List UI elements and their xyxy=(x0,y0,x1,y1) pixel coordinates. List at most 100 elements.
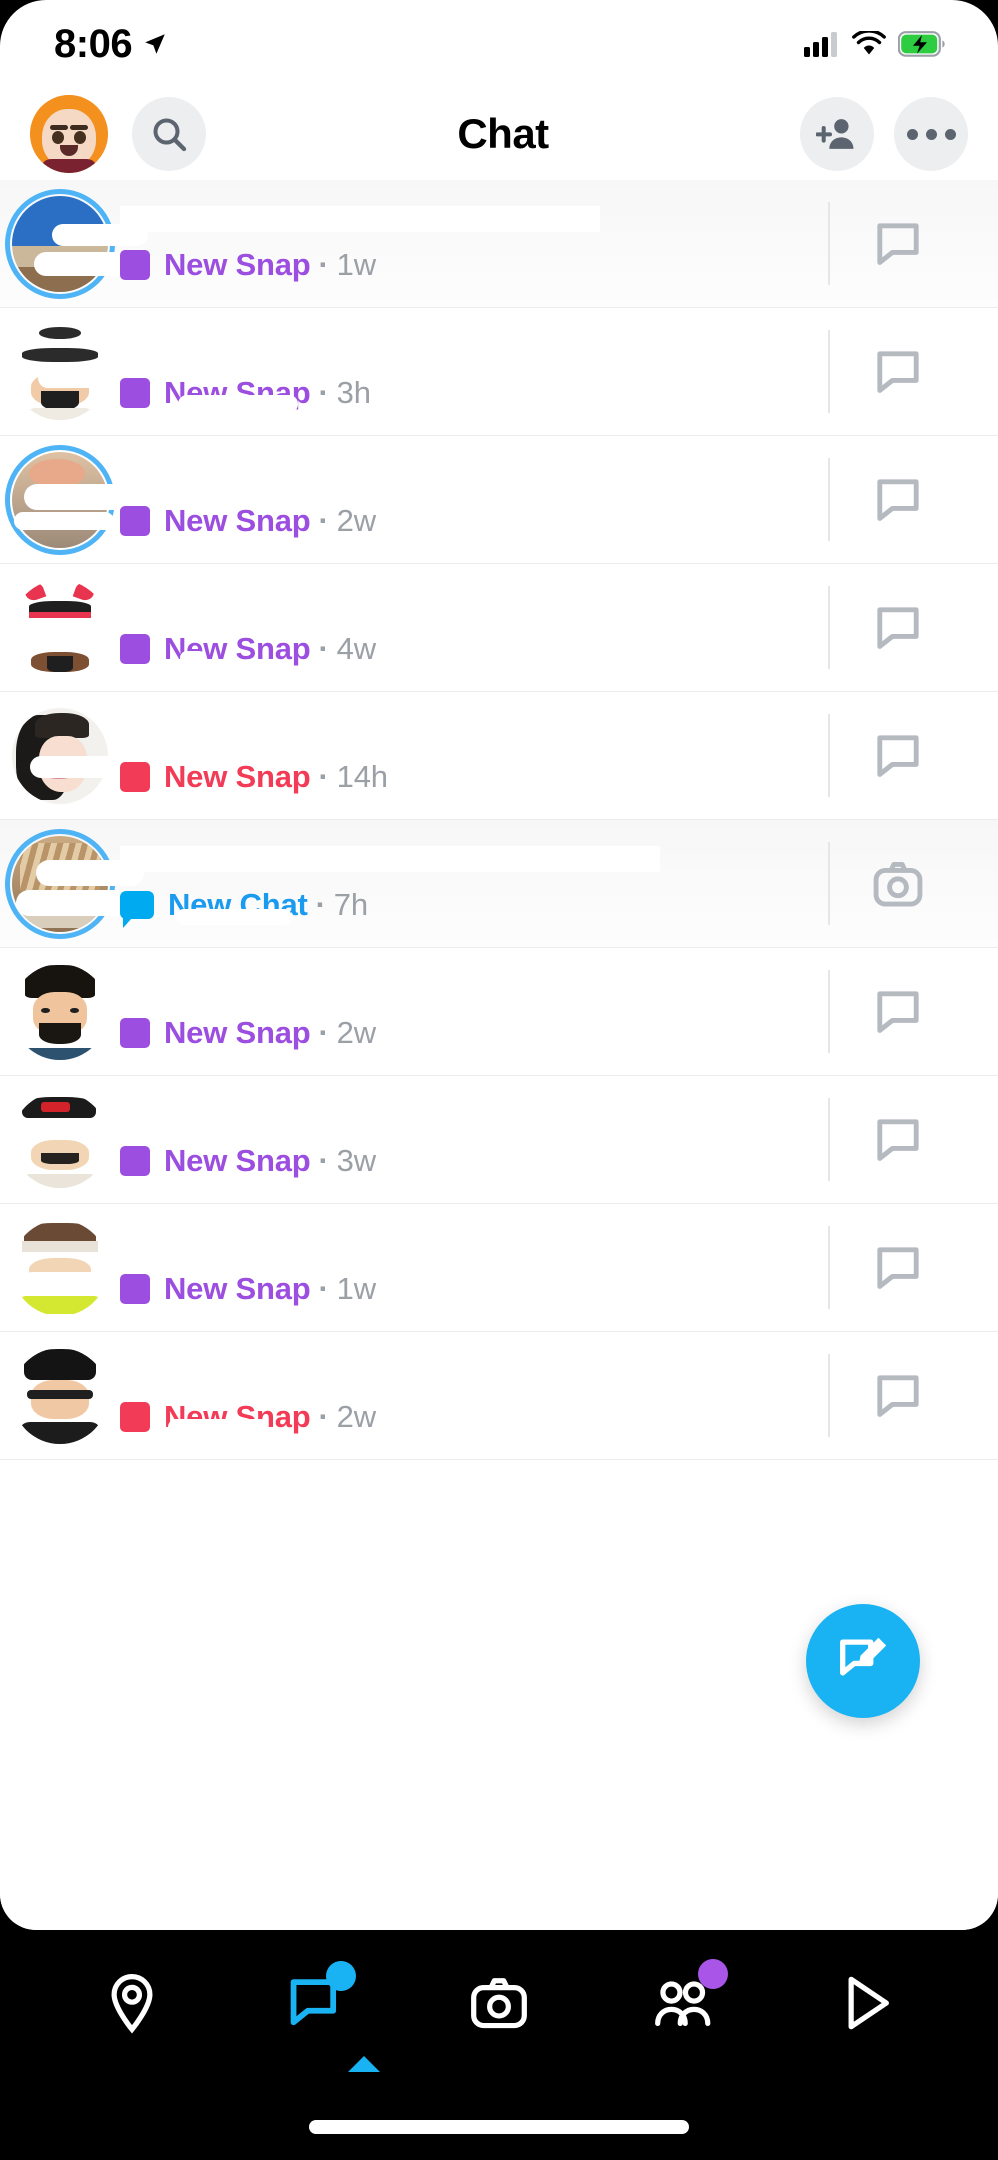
chat-bubble-icon xyxy=(877,990,919,1033)
chat-action-button[interactable] xyxy=(798,564,998,691)
chat-avatar[interactable] xyxy=(0,828,144,939)
camera-icon xyxy=(873,861,923,907)
nav-item-camera[interactable] xyxy=(444,1953,554,2053)
add-friend-button[interactable] xyxy=(800,97,874,171)
chat-bubble-icon xyxy=(877,350,919,393)
chat-status: New Chat · 7h xyxy=(120,887,368,928)
status-bar: 8:06 xyxy=(0,0,998,88)
chat-bubble-filled-icon xyxy=(120,891,154,928)
phone-frame: 8:06 Chat New Snap · 1w New Snap · 3h Ne… xyxy=(0,0,998,2160)
chat-item-body: New Snap · 4w xyxy=(120,564,798,691)
chat-item-body: New Snap · 3h xyxy=(120,308,798,435)
chat-action-button[interactable] xyxy=(798,820,998,947)
nav-item-map[interactable] xyxy=(77,1953,187,2053)
chat-action-button[interactable] xyxy=(798,1076,998,1203)
snap-square-icon xyxy=(120,634,150,664)
nav-item-friends[interactable] xyxy=(628,1953,738,2053)
nav-item-chat[interactable] xyxy=(260,1953,370,2053)
chat-avatar[interactable] xyxy=(0,1091,120,1188)
chat-list-item[interactable]: New Snap · 3w xyxy=(0,1076,998,1204)
chat-avatar[interactable] xyxy=(0,323,134,420)
friends-unread-badge xyxy=(697,1959,728,1989)
avatar-image xyxy=(12,1219,108,1316)
chat-avatar[interactable] xyxy=(0,444,128,555)
chat-list-item[interactable]: New Chat · 7h xyxy=(0,820,998,948)
page-title: Chat xyxy=(457,110,549,157)
story-ring xyxy=(5,188,115,299)
contact-name-redacted xyxy=(120,590,480,616)
chat-status: New Snap · 2w xyxy=(120,1399,376,1435)
chat-avatar[interactable] xyxy=(0,963,120,1060)
chat-list-item[interactable]: New Snap · 2w xyxy=(0,948,998,1076)
home-indicator xyxy=(309,2120,689,2134)
chat-status: New Snap · 14h xyxy=(120,759,388,795)
chat-status: New Snap · 1w xyxy=(120,247,376,283)
contact-name-redacted xyxy=(120,974,620,1000)
snap-square-icon xyxy=(120,250,150,280)
chat-unread-badge xyxy=(326,1961,357,1991)
bottom-nav-row xyxy=(0,1948,998,2058)
chat-status-text: New Snap · 3w xyxy=(164,1143,376,1178)
contact-name-redacted xyxy=(120,718,560,744)
compose-chat-icon xyxy=(840,1637,887,1676)
snap-square-icon xyxy=(120,506,150,536)
chat-bubble-icon xyxy=(877,606,919,649)
wifi-icon xyxy=(852,31,886,55)
chat-list-item[interactable]: New Snap · 2w xyxy=(0,436,998,564)
chat-action-button[interactable] xyxy=(798,180,998,307)
chat-item-body: New Snap · 2w xyxy=(120,948,798,1075)
chat-avatar[interactable] xyxy=(0,579,120,676)
chat-status: New Snap · 2w xyxy=(120,503,376,539)
contact-name-redacted xyxy=(120,206,600,232)
active-tab-indicator xyxy=(0,2056,998,2072)
contact-name-redacted xyxy=(120,846,660,872)
chat-status: New Snap · 3w xyxy=(120,1143,376,1179)
chat-status: New Snap · 4w xyxy=(120,631,376,667)
chat-status: New Snap · 1w xyxy=(120,1271,376,1307)
chat-action-button[interactable] xyxy=(798,308,998,435)
chat-status-text: New Snap · 4w xyxy=(164,631,376,666)
bitmoji-avatar xyxy=(30,95,108,173)
bottom-navigation xyxy=(0,1930,998,2160)
chat-status-text: New Snap · 3h xyxy=(164,375,371,410)
status-time: 8:06 xyxy=(54,22,133,66)
nav-item-spotlight[interactable] xyxy=(811,1953,921,2053)
chat-status-text: New Snap · 1w xyxy=(164,1271,376,1306)
camera-icon xyxy=(471,1978,527,2029)
chat-avatar[interactable] xyxy=(0,1219,126,1316)
chat-bubble-icon xyxy=(877,734,919,777)
chat-action-button[interactable] xyxy=(798,1332,998,1459)
profile-avatar-button[interactable] xyxy=(30,95,108,173)
chat-list-item[interactable]: New Snap · 3h xyxy=(0,308,998,436)
chat-item-body: New Snap · 3w xyxy=(120,1076,798,1203)
more-options-button[interactable] xyxy=(894,97,968,171)
chat-action-button[interactable] xyxy=(798,948,998,1075)
snap-square-icon xyxy=(120,1146,150,1176)
chat-list-item[interactable]: New Snap · 2w xyxy=(0,1332,998,1460)
chat-list-item[interactable]: New Snap · 1w xyxy=(0,1204,998,1332)
chat-list-item[interactable]: New Snap · 4w xyxy=(0,564,998,692)
chat-avatar[interactable] xyxy=(0,188,148,299)
chat-item-body: New Snap · 2w xyxy=(120,436,798,563)
story-ring xyxy=(5,444,115,555)
chat-bubble-icon xyxy=(877,1246,919,1289)
new-chat-fab[interactable] xyxy=(806,1604,920,1718)
app-header: Chat xyxy=(0,88,998,180)
story-ring xyxy=(5,828,115,939)
chat-status-text: New Snap · 2w xyxy=(164,1399,376,1434)
contact-name-redacted xyxy=(120,1230,460,1256)
chat-avatar[interactable] xyxy=(0,1347,120,1444)
chat-action-button[interactable] xyxy=(798,692,998,819)
chat-list-item[interactable]: New Snap · 14h xyxy=(0,692,998,820)
status-bar-left: 8:06 xyxy=(54,24,168,64)
header-actions xyxy=(800,97,968,171)
chat-list-item[interactable]: New Snap · 1w xyxy=(0,180,998,308)
chat-action-button[interactable] xyxy=(798,1204,998,1331)
chat-bubble-icon xyxy=(877,1374,919,1417)
chat-avatar[interactable] xyxy=(0,707,134,804)
search-button[interactable] xyxy=(132,97,206,171)
chat-item-body: New Snap · 1w xyxy=(120,1204,798,1331)
chat-action-button[interactable] xyxy=(798,436,998,563)
location-arrow-icon xyxy=(145,34,165,54)
avatar-image xyxy=(12,579,108,676)
